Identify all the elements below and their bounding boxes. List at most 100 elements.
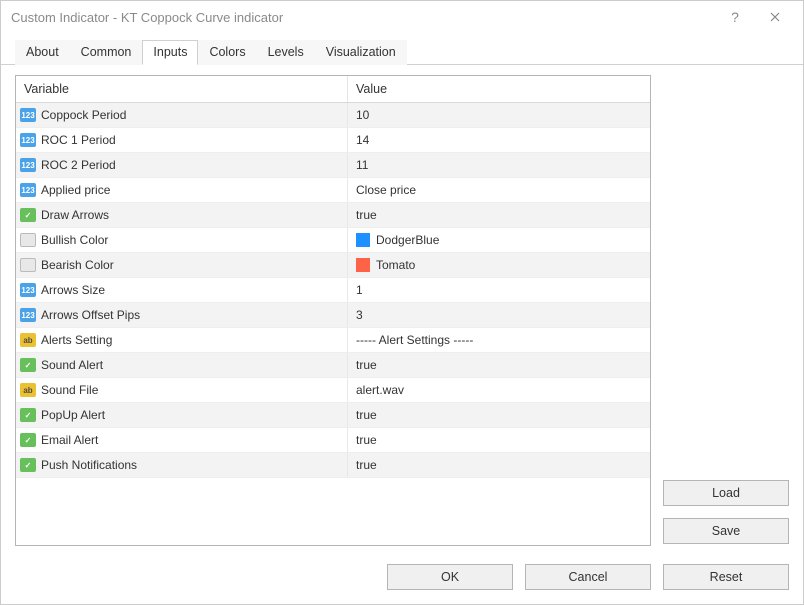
value-cell[interactable]: true bbox=[348, 203, 650, 227]
table-row[interactable]: ✓ PopUp Alert true bbox=[16, 403, 650, 428]
value-cell[interactable]: 14 bbox=[348, 128, 650, 152]
value-text: Tomato bbox=[376, 258, 415, 272]
string-icon: ab bbox=[20, 333, 36, 347]
variable-label: Bearish Color bbox=[41, 258, 114, 272]
value-text: alert.wav bbox=[356, 383, 404, 397]
bool-icon: ✓ bbox=[20, 208, 36, 222]
variable-cell: ✓ Sound Alert bbox=[16, 353, 348, 377]
bool-icon: ✓ bbox=[20, 358, 36, 372]
variable-cell: 123Arrows Offset Pips bbox=[16, 303, 348, 327]
value-cell[interactable]: 10 bbox=[348, 103, 650, 127]
value-cell[interactable]: 3 bbox=[348, 303, 650, 327]
value-cell[interactable]: alert.wav bbox=[348, 378, 650, 402]
variable-label: Alerts Setting bbox=[41, 333, 112, 347]
variable-cell: ab Sound File bbox=[16, 378, 348, 402]
table-row[interactable]: ab Sound File alert.wav bbox=[16, 378, 650, 403]
value-cell[interactable]: Tomato bbox=[348, 253, 650, 277]
bool-icon: ✓ bbox=[20, 433, 36, 447]
tab-levels[interactable]: Levels bbox=[257, 40, 315, 65]
variable-label: Coppock Period bbox=[41, 108, 126, 122]
value-text: 10 bbox=[356, 108, 369, 122]
value-cell[interactable]: ----- Alert Settings ----- bbox=[348, 328, 650, 352]
variable-label: Bullish Color bbox=[41, 233, 108, 247]
table-row[interactable]: ab Alerts Setting ----- Alert Settings ---… bbox=[16, 328, 650, 353]
bool-icon: ✓ bbox=[20, 408, 36, 422]
value-text: Close price bbox=[356, 183, 416, 197]
close-icon bbox=[770, 12, 780, 22]
variable-label: Sound Alert bbox=[41, 358, 103, 372]
column-value[interactable]: Value bbox=[348, 76, 650, 102]
dialog-window: Custom Indicator - KT Coppock Curve indi… bbox=[0, 0, 804, 605]
table-row[interactable]: 123Arrows Size1 bbox=[16, 278, 650, 303]
variable-cell: Bullish Color bbox=[16, 228, 348, 252]
table-row[interactable]: 123 Coppock Period 10 bbox=[16, 103, 650, 128]
value-cell[interactable]: true bbox=[348, 453, 650, 477]
tab-inputs[interactable]: Inputs bbox=[142, 40, 198, 65]
value-text: 11 bbox=[356, 158, 368, 172]
tab-visualization[interactable]: Visualization bbox=[315, 40, 407, 65]
value-cell[interactable]: true bbox=[348, 403, 650, 427]
table-row[interactable]: ✓Email Alerttrue bbox=[16, 428, 650, 453]
load-button[interactable]: Load bbox=[663, 480, 789, 506]
cancel-button[interactable]: Cancel bbox=[525, 564, 651, 590]
help-button[interactable]: ? bbox=[715, 3, 755, 31]
value-cell[interactable]: true bbox=[348, 353, 650, 377]
value-cell[interactable]: 1 bbox=[348, 278, 650, 302]
variable-cell: ✓Push Notifications bbox=[16, 453, 348, 477]
color-swatch bbox=[356, 233, 370, 247]
value-cell[interactable]: DodgerBlue bbox=[348, 228, 650, 252]
variable-cell: ✓ PopUp Alert bbox=[16, 403, 348, 427]
table-row[interactable]: 123Arrows Offset Pips 3 bbox=[16, 303, 650, 328]
value-text: true bbox=[356, 408, 377, 422]
table-row[interactable]: Bullish Color DodgerBlue bbox=[16, 228, 650, 253]
inputs-table: Variable Value 123Coppock Period10123ROC… bbox=[15, 75, 651, 546]
variable-label: Draw Arrows bbox=[41, 208, 109, 222]
tab-common[interactable]: Common bbox=[70, 40, 143, 65]
close-button[interactable] bbox=[755, 3, 795, 31]
variable-label: PopUp Alert bbox=[41, 408, 105, 422]
variable-label: ROC 2 Period bbox=[41, 158, 116, 172]
value-cell[interactable]: true bbox=[348, 428, 650, 452]
table-row[interactable]: Bearish Color Tomato bbox=[16, 253, 650, 278]
value-cell[interactable]: Close price bbox=[348, 178, 650, 202]
tab-about[interactable]: About bbox=[15, 40, 70, 65]
value-text: true bbox=[356, 358, 377, 372]
variable-label: Push Notifications bbox=[41, 458, 137, 472]
table-row[interactable]: 123 ROC 1 Period 14 bbox=[16, 128, 650, 153]
table-row[interactable]: 123Applied priceClose price bbox=[16, 178, 650, 203]
footer-buttons: OK Cancel Reset bbox=[1, 554, 803, 604]
value-text: 1 bbox=[356, 283, 363, 297]
save-button[interactable]: Save bbox=[663, 518, 789, 544]
int-icon: 123 bbox=[20, 133, 36, 147]
variable-cell: 123ROC 2 Period bbox=[16, 153, 348, 177]
value-text: 14 bbox=[356, 133, 369, 147]
tab-colors[interactable]: Colors bbox=[198, 40, 256, 65]
string-icon: ab bbox=[20, 383, 36, 397]
variable-cell: 123 ROC 1 Period bbox=[16, 128, 348, 152]
value-text: 3 bbox=[356, 308, 363, 322]
variable-label: ROC 1 Period bbox=[41, 133, 116, 147]
int-icon: 123 bbox=[20, 108, 36, 122]
variable-label: Applied price bbox=[41, 183, 110, 197]
int-icon: 123 bbox=[20, 283, 36, 297]
value-cell[interactable]: 11 bbox=[348, 153, 650, 177]
table-row[interactable]: ✓ Draw Arrows true bbox=[16, 203, 650, 228]
table-row[interactable]: 123ROC 2 Period 11 bbox=[16, 153, 650, 178]
variable-cell: ✓ Draw Arrows bbox=[16, 203, 348, 227]
variable-cell: 123 Coppock Period bbox=[16, 103, 348, 127]
table-row[interactable]: ✓ Sound Alert true bbox=[16, 353, 650, 378]
reset-button[interactable]: Reset bbox=[663, 564, 789, 590]
value-text: ----- Alert Settings ----- bbox=[356, 333, 473, 347]
table-row[interactable]: ✓Push Notifications true bbox=[16, 453, 650, 478]
variable-label: Sound File bbox=[41, 383, 98, 397]
content-area: Variable Value 123Coppock Period10123ROC… bbox=[1, 65, 803, 554]
ok-button[interactable]: OK bbox=[387, 564, 513, 590]
column-variable[interactable]: Variable bbox=[16, 76, 348, 102]
variable-label: Arrows Offset Pips bbox=[41, 308, 140, 322]
value-text: true bbox=[356, 458, 377, 472]
value-text: true bbox=[356, 208, 377, 222]
variable-cell: Bearish Color bbox=[16, 253, 348, 277]
color-icon bbox=[20, 233, 36, 247]
variable-cell: ab Alerts Setting bbox=[16, 328, 348, 352]
tab-strip: AboutCommonInputsColorsLevelsVisualizati… bbox=[1, 39, 803, 65]
